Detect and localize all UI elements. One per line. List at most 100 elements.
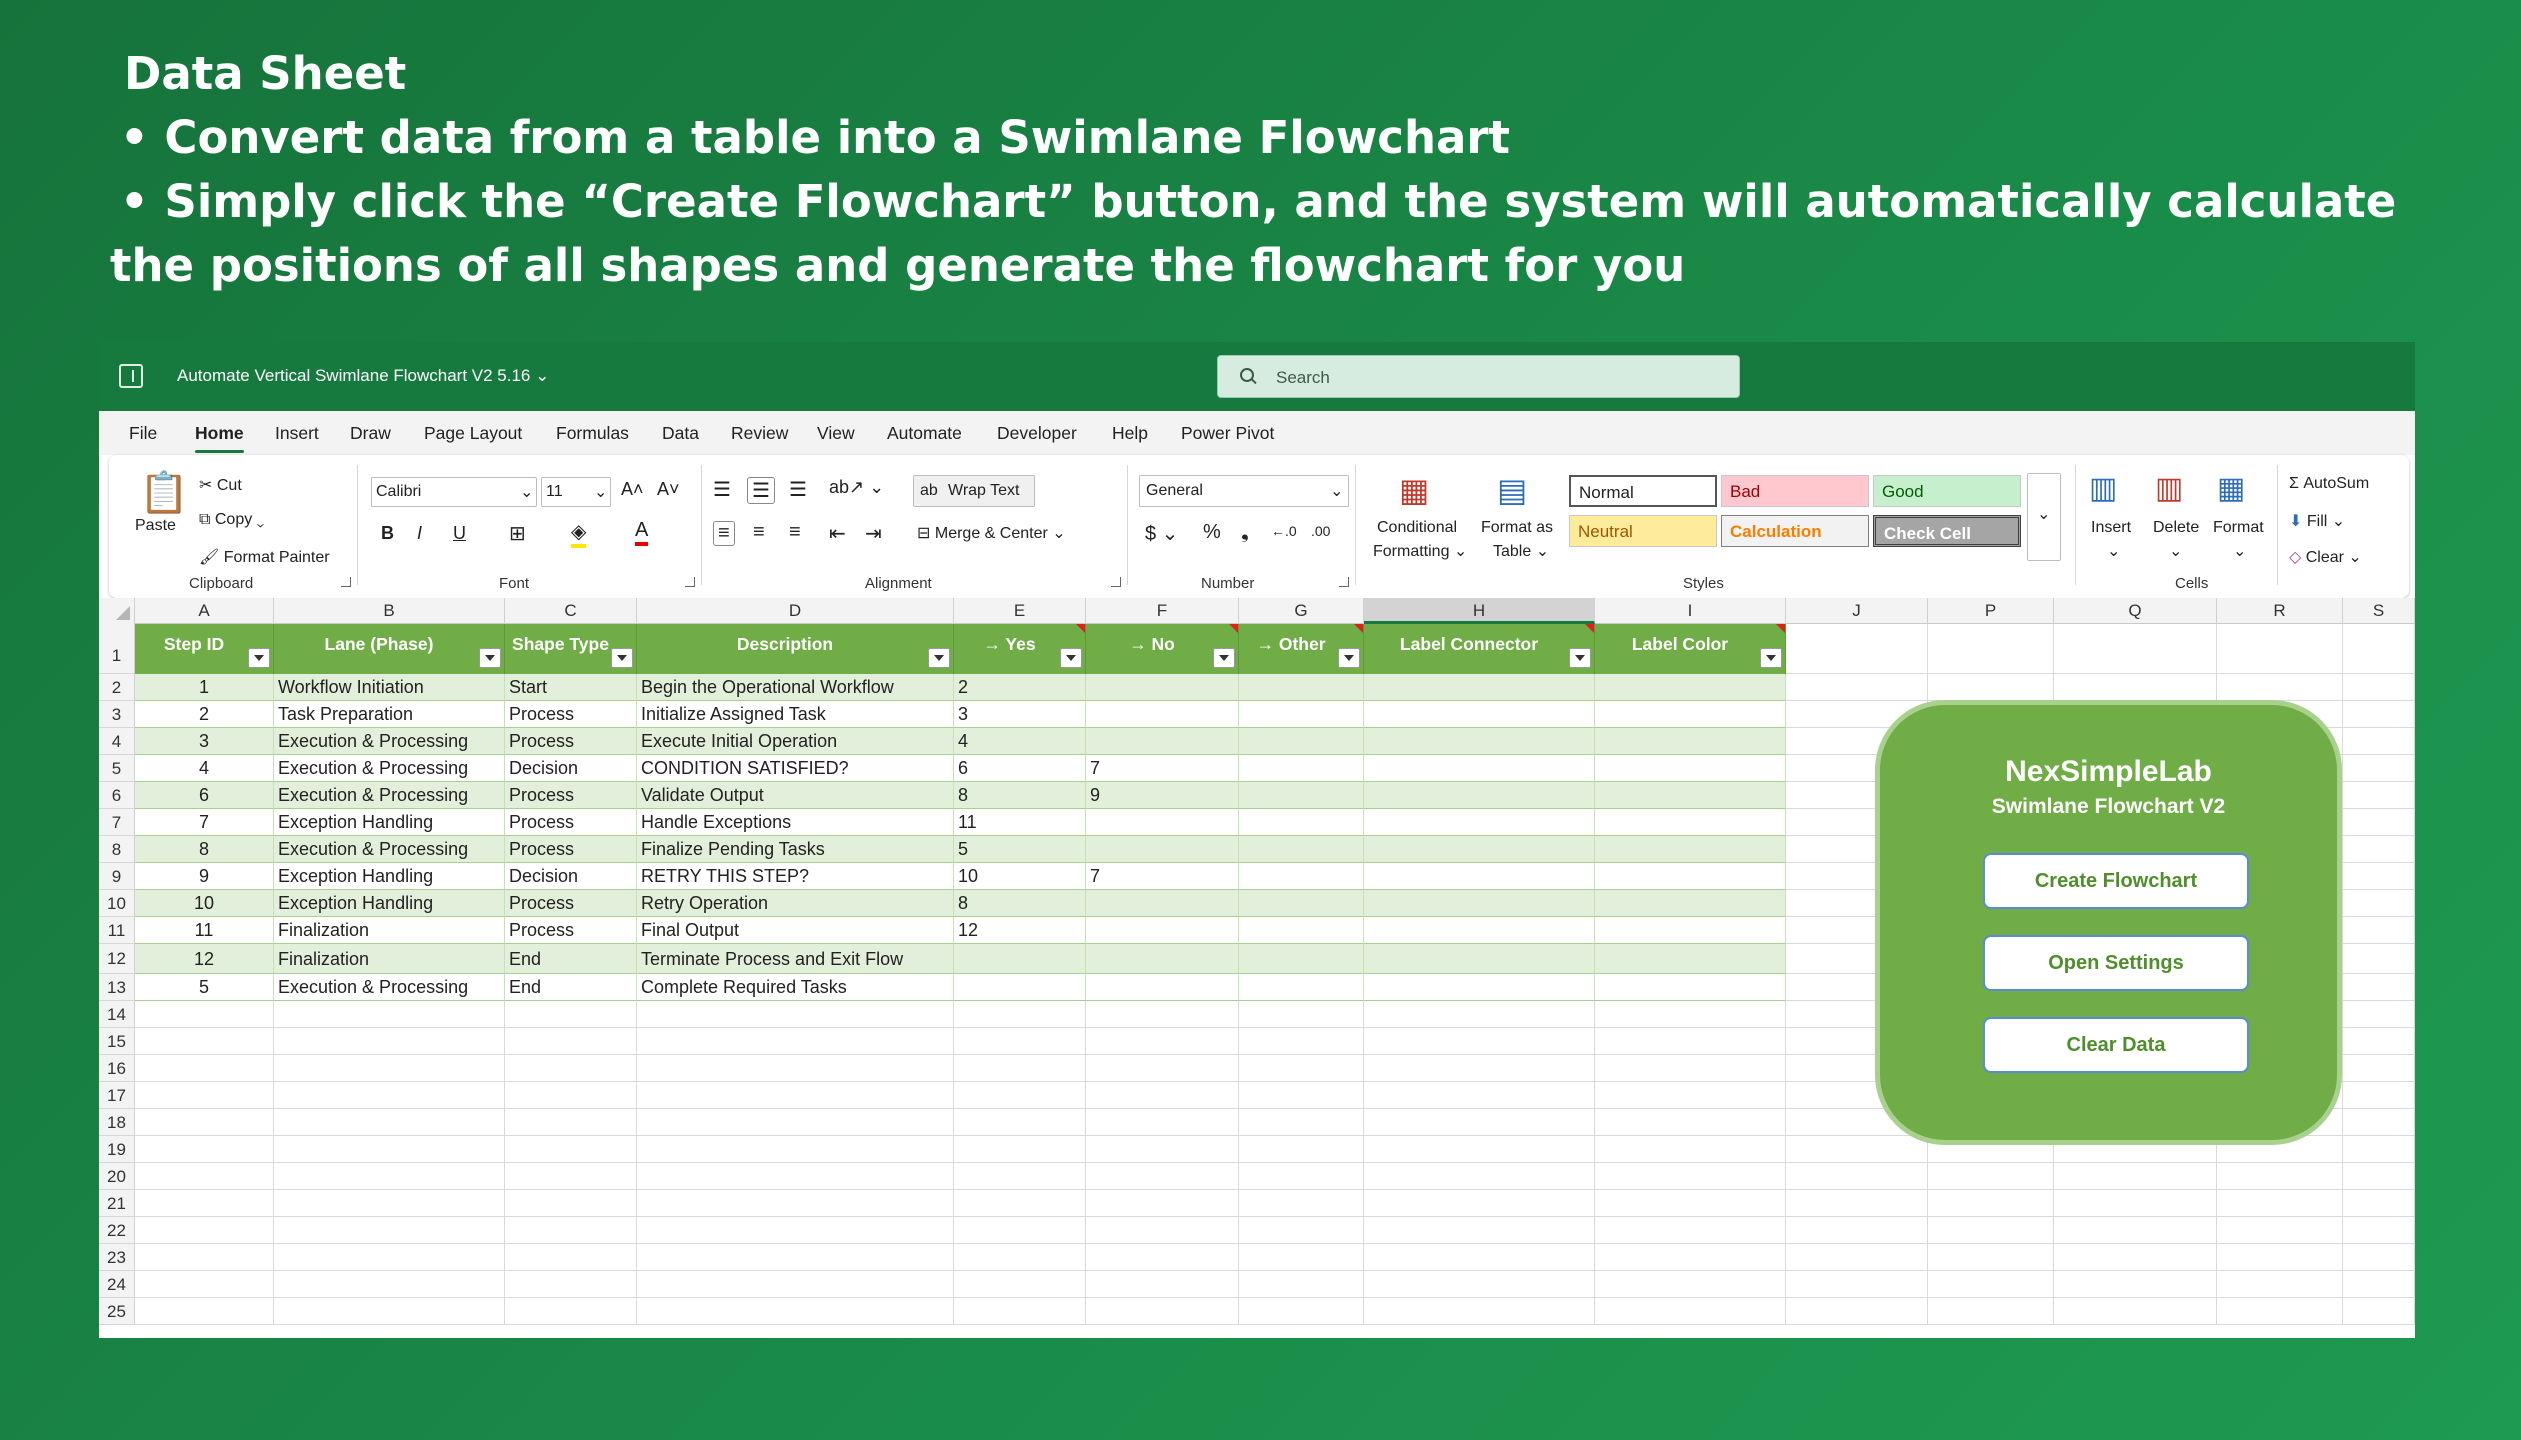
grid-cell[interactable] [637,1055,954,1082]
decrease-decimal-icon[interactable]: .00 [1311,523,1330,539]
grid-cell[interactable] [1239,1298,1364,1325]
filter-dropdown-icon[interactable] [1213,648,1235,668]
row-header[interactable]: 12 [99,944,135,974]
table-cell[interactable]: End [505,974,637,1001]
filter-dropdown-icon[interactable] [1760,648,1782,668]
fill-color-icon[interactable]: ◈ [571,519,587,548]
insert-cells-icon[interactable]: ▥ [2089,471,2117,506]
grid-cell[interactable] [274,1244,505,1271]
table-cell[interactable]: 8 [135,836,274,863]
grid-cell[interactable] [1928,1190,2054,1217]
grid-cell[interactable] [2343,809,2415,836]
table-cell[interactable] [1595,755,1786,782]
column-header-p[interactable]: P [1928,598,2054,624]
grid-cell[interactable] [135,1244,274,1271]
filter-dropdown-icon[interactable] [248,648,270,668]
grid-cell[interactable] [1786,1136,1928,1163]
table-cell[interactable]: 10 [135,890,274,917]
table-cell[interactable]: Execution & Processing [274,782,505,809]
grid-cell[interactable] [1239,1136,1364,1163]
grid-cell[interactable] [2343,1109,2415,1136]
table-cell[interactable]: Final Output [637,917,954,944]
grid-cell[interactable] [1239,1163,1364,1190]
grid-cell[interactable] [505,1163,637,1190]
decrease-indent-icon[interactable]: ⇤ [829,521,846,546]
table-cell[interactable]: Process [505,890,637,917]
table-cell[interactable] [1364,863,1595,890]
table-cell[interactable] [1595,974,1786,1001]
table-cell[interactable]: Process [505,782,637,809]
table-header-cell[interactable]: → Other [1239,624,1364,674]
table-cell[interactable]: 10 [954,863,1086,890]
grid-cell[interactable] [1086,1055,1239,1082]
currency-icon[interactable]: $ ⌄ [1145,521,1178,546]
grid-cell[interactable] [1086,1136,1239,1163]
table-cell[interactable] [1595,701,1786,728]
grid-cell[interactable] [2343,1298,2415,1325]
grid-cell[interactable] [274,1109,505,1136]
table-cell[interactable] [1239,701,1364,728]
align-left-icon[interactable]: ≡ [713,521,735,546]
row-header[interactable]: 22 [99,1217,135,1244]
table-cell[interactable]: 7 [135,809,274,836]
grid-cell[interactable] [1786,1271,1928,1298]
underline-icon[interactable]: U [453,523,466,544]
grid-cell[interactable] [637,1082,954,1109]
grid-cell[interactable] [2343,836,2415,863]
align-right-icon[interactable]: ≡ [789,521,801,544]
table-cell[interactable] [1595,863,1786,890]
grid-cell[interactable] [2054,1271,2217,1298]
grid-cell[interactable] [1364,1001,1595,1028]
grid-cell[interactable] [274,1082,505,1109]
grid-cell[interactable] [1364,1055,1595,1082]
orientation-icon[interactable]: ab↗ ⌄ [829,477,884,498]
grid-cell[interactable] [1595,1055,1786,1082]
filter-dropdown-icon[interactable] [928,648,950,668]
grid-cell[interactable] [2217,1271,2343,1298]
table-cell[interactable] [1364,728,1595,755]
grid-cell[interactable] [1086,1271,1239,1298]
table-cell[interactable]: Begin the Operational Workflow [637,674,954,701]
style-bad[interactable]: Bad [1721,475,1869,507]
grid-cell[interactable] [954,1001,1086,1028]
row-header[interactable]: 14 [99,1001,135,1028]
grid-cell[interactable] [637,1028,954,1055]
align-center-icon[interactable]: ≡ [753,521,765,544]
grid-cell[interactable] [1364,1109,1595,1136]
table-cell[interactable]: Workflow Initiation [274,674,505,701]
table-cell[interactable] [1595,917,1786,944]
grid-cell[interactable] [1364,1028,1595,1055]
wrap-text-button[interactable]: ab Wrap Text [913,475,1035,507]
conditional-formatting-icon[interactable]: ▦ [1399,471,1429,509]
table-cell[interactable] [1364,836,1595,863]
grid-cell[interactable] [2343,701,2415,728]
filter-dropdown-icon[interactable] [1338,648,1360,668]
grid-cell[interactable] [1086,1109,1239,1136]
grid-cell[interactable] [637,1271,954,1298]
row-header[interactable]: 24 [99,1271,135,1298]
table-cell[interactable]: 8 [954,890,1086,917]
autosum-button[interactable]: Σ AutoSum [2289,475,2369,493]
grid-cell[interactable] [2343,782,2415,809]
column-header-h[interactable]: H [1364,598,1595,624]
grid-cell[interactable] [1364,1271,1595,1298]
number-launcher-icon[interactable] [1339,577,1349,587]
table-cell[interactable]: 2 [135,701,274,728]
grid-cell[interactable] [1239,1271,1364,1298]
table-header-cell[interactable]: Label Connector [1364,624,1595,674]
table-cell[interactable]: Initialize Assigned Task [637,701,954,728]
conditional-formatting-label-2[interactable]: Formatting ⌄ [1373,541,1467,561]
grid-cell[interactable] [135,1001,274,1028]
grid-cell[interactable] [1595,1190,1786,1217]
grid-cell[interactable] [954,1109,1086,1136]
excel-app-icon[interactable] [119,364,143,388]
grid-cell[interactable] [637,1136,954,1163]
grid-cell[interactable] [1086,1217,1239,1244]
grid-cell[interactable] [2054,1298,2217,1325]
table-cell[interactable]: Execution & Processing [274,728,505,755]
row-header[interactable]: 3 [99,701,135,728]
grid-cell[interactable] [1786,1298,1928,1325]
grid-cell[interactable] [954,1217,1086,1244]
table-cell[interactable] [1364,701,1595,728]
table-cell[interactable]: Complete Required Tasks [637,974,954,1001]
